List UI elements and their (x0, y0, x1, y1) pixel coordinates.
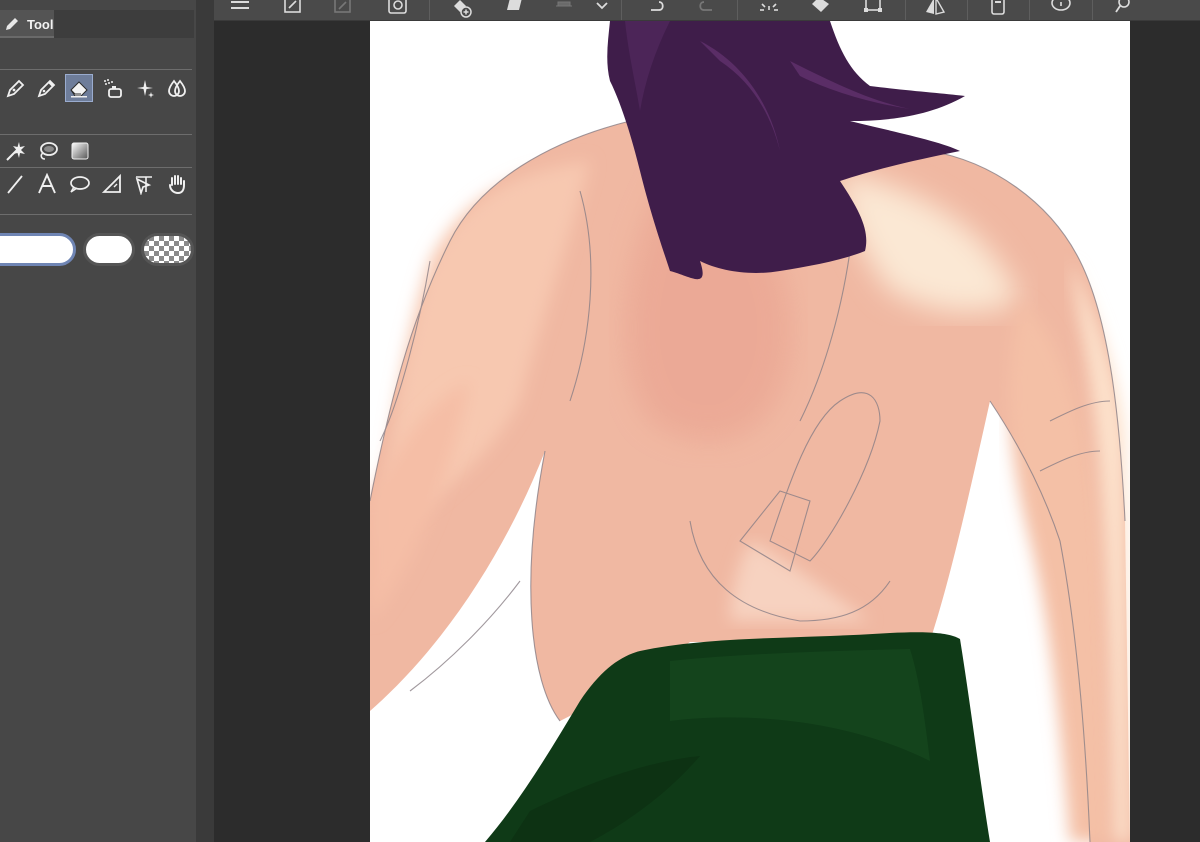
chevron-down-icon (596, 2, 608, 10)
settings-button[interactable] (1112, 0, 1136, 18)
line-tool-button[interactable] (2, 171, 28, 197)
divider (0, 167, 192, 168)
ruler-tool-button[interactable] (99, 171, 125, 197)
fill-icon (507, 0, 522, 10)
export-button[interactable] (281, 0, 305, 18)
tool-panel-header: Tool (0, 10, 194, 38)
hand-icon (169, 175, 185, 195)
decoration-tool-button[interactable] (132, 75, 158, 101)
blend-icon (168, 79, 186, 97)
fill-bucket-icon (812, 0, 829, 12)
auto-select-tool-button[interactable] (3, 138, 29, 164)
airbrush-tool-button[interactable] (100, 75, 126, 101)
layer-copy-button[interactable] (386, 0, 410, 18)
separator (1092, 0, 1093, 20)
pencil-icon (6, 18, 18, 30)
menu-icon (231, 1, 249, 9)
transform-icon (864, 0, 882, 12)
transparent-color-option[interactable] (141, 233, 194, 266)
hand-tool-button[interactable] (164, 171, 190, 197)
pencil-icon (37, 79, 56, 98)
dropdown-button[interactable] (594, 0, 610, 18)
layer-copy-icon (388, 0, 407, 14)
balloon-button[interactable] (1049, 0, 1073, 18)
lasso-fill-tool-button[interactable] (35, 138, 61, 164)
clear-icon (556, 1, 572, 7)
undo-button[interactable] (645, 0, 669, 18)
operation-tool-button[interactable] (131, 171, 157, 197)
ruler-icon (101, 173, 121, 193)
device-icon (991, 0, 1005, 15)
add-layer-icon (454, 0, 472, 18)
pen-icon (6, 79, 25, 98)
artwork (370, 21, 1130, 842)
redo-icon (699, 1, 712, 11)
separator (967, 0, 968, 20)
drawing-canvas[interactable] (370, 21, 1130, 842)
blend-tool-button[interactable] (164, 75, 190, 101)
edit-icon (334, 0, 351, 13)
main-color-option[interactable] (0, 233, 76, 266)
add-layer-button[interactable] (450, 0, 474, 18)
clear-button[interactable] (552, 0, 576, 18)
eraser-icon (70, 81, 88, 98)
redo-button[interactable] (694, 0, 718, 18)
undo-icon (651, 1, 664, 11)
separator (1029, 0, 1030, 20)
pencil-tool-button[interactable] (34, 75, 60, 101)
panel-gap (196, 0, 214, 842)
tab-tool[interactable]: Tool (0, 10, 54, 38)
separator (737, 0, 738, 20)
fill-bucket-button[interactable] (809, 0, 833, 18)
divider (0, 214, 192, 215)
separator (905, 0, 906, 20)
text-tool-button[interactable] (34, 171, 60, 197)
text-icon (38, 173, 56, 194)
operation-icon (135, 176, 152, 195)
speech-balloon-tool-button[interactable] (66, 171, 92, 197)
command-bar (214, 0, 1200, 21)
divider (0, 134, 192, 135)
divider (0, 69, 192, 70)
edit-button[interactable] (331, 0, 355, 18)
line-icon (7, 175, 23, 194)
tool-panel: Tool (0, 0, 196, 842)
fill-button[interactable] (502, 0, 526, 18)
gradient-icon (71, 142, 89, 160)
loading-indicator (757, 0, 781, 18)
eraser-tool-button[interactable] (65, 74, 93, 102)
loading-icon (760, 3, 778, 11)
speech-balloon-icon (70, 176, 90, 193)
separator (621, 0, 622, 20)
settings-icon (1115, 0, 1130, 13)
flip-button[interactable] (923, 0, 947, 18)
tab-tool-label: Tool (27, 17, 54, 32)
gradient-tool-button[interactable] (67, 138, 93, 164)
auto-select-icon (6, 142, 25, 161)
flip-icon (926, 0, 946, 15)
separator (429, 0, 430, 20)
airbrush-icon (104, 79, 122, 98)
export-icon (284, 0, 301, 13)
pen-tool-button[interactable] (3, 75, 29, 101)
sub-color-option[interactable] (83, 233, 135, 266)
balloon-icon (1051, 0, 1071, 11)
lasso-fill-icon (40, 142, 58, 160)
device-button[interactable] (986, 0, 1010, 18)
transform-button[interactable] (861, 0, 885, 18)
decoration-icon (137, 80, 154, 98)
menu-button[interactable] (228, 0, 252, 18)
